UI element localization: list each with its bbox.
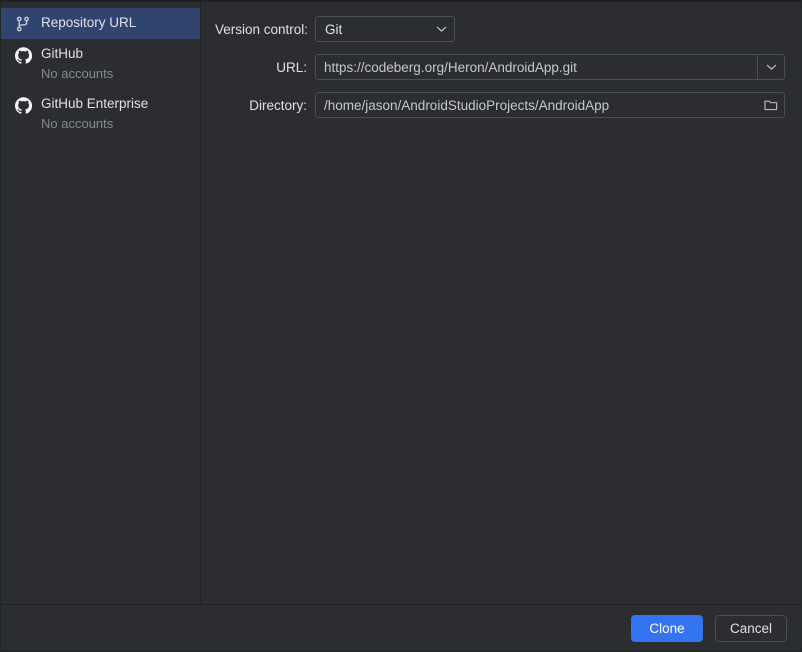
sidebar-item-text: GitHub Enterprise No accounts (41, 95, 148, 133)
clone-repository-dialog: Repository URL GitHub No accounts GitHub… (0, 0, 802, 652)
sidebar-item-label: Repository URL (41, 15, 137, 30)
directory-row: Directory: /home/jason/AndroidStudioProj… (215, 92, 785, 118)
sidebar-item-label: GitHub Enterprise (41, 96, 149, 111)
version-control-select[interactable]: Git (315, 16, 455, 42)
browse-folder-button[interactable] (758, 93, 784, 117)
directory-input[interactable]: /home/jason/AndroidStudioProjects/Androi… (316, 93, 758, 117)
sidebar-item-sublabel: No accounts (41, 66, 114, 81)
git-branch-icon (13, 15, 33, 33)
sidebar-item-github[interactable]: GitHub No accounts (1, 39, 200, 89)
dialog-footer: Clone Cancel (1, 604, 801, 651)
cancel-button[interactable]: Cancel (714, 614, 787, 642)
clone-form-panel: Version control: Git URL: https://codebe… (201, 2, 801, 604)
github-icon (13, 46, 33, 64)
version-control-row: Version control: Git (215, 16, 785, 42)
url-row: URL: https://codeberg.org/Heron/AndroidA… (215, 54, 785, 80)
url-label: URL: (276, 59, 307, 75)
source-list-sidebar: Repository URL GitHub No accounts GitHub… (1, 2, 201, 604)
directory-field[interactable]: /home/jason/AndroidStudioProjects/Androi… (315, 92, 785, 118)
sidebar-item-github-enterprise[interactable]: GitHub Enterprise No accounts (1, 89, 200, 139)
directory-label: Directory: (249, 97, 307, 113)
version-control-label: Version control: (215, 21, 309, 37)
url-input[interactable]: https://codeberg.org/Heron/AndroidApp.gi… (316, 55, 757, 79)
sidebar-item-sublabel: No accounts (41, 116, 114, 131)
clone-button[interactable]: Clone (630, 614, 703, 642)
sidebar-item-text: GitHub No accounts (41, 45, 113, 83)
sidebar-item-repository-url[interactable]: Repository URL (1, 8, 200, 39)
github-icon (13, 96, 33, 114)
url-field[interactable]: https://codeberg.org/Heron/AndroidApp.gi… (315, 54, 785, 80)
sidebar-item-text: Repository URL (41, 14, 136, 32)
chevron-down-icon (434, 25, 448, 33)
url-history-dropdown-button[interactable] (757, 55, 784, 79)
version-control-value: Git (325, 21, 343, 37)
sidebar-item-label: GitHub (41, 46, 84, 61)
dialog-body: Repository URL GitHub No accounts GitHub… (1, 2, 801, 604)
